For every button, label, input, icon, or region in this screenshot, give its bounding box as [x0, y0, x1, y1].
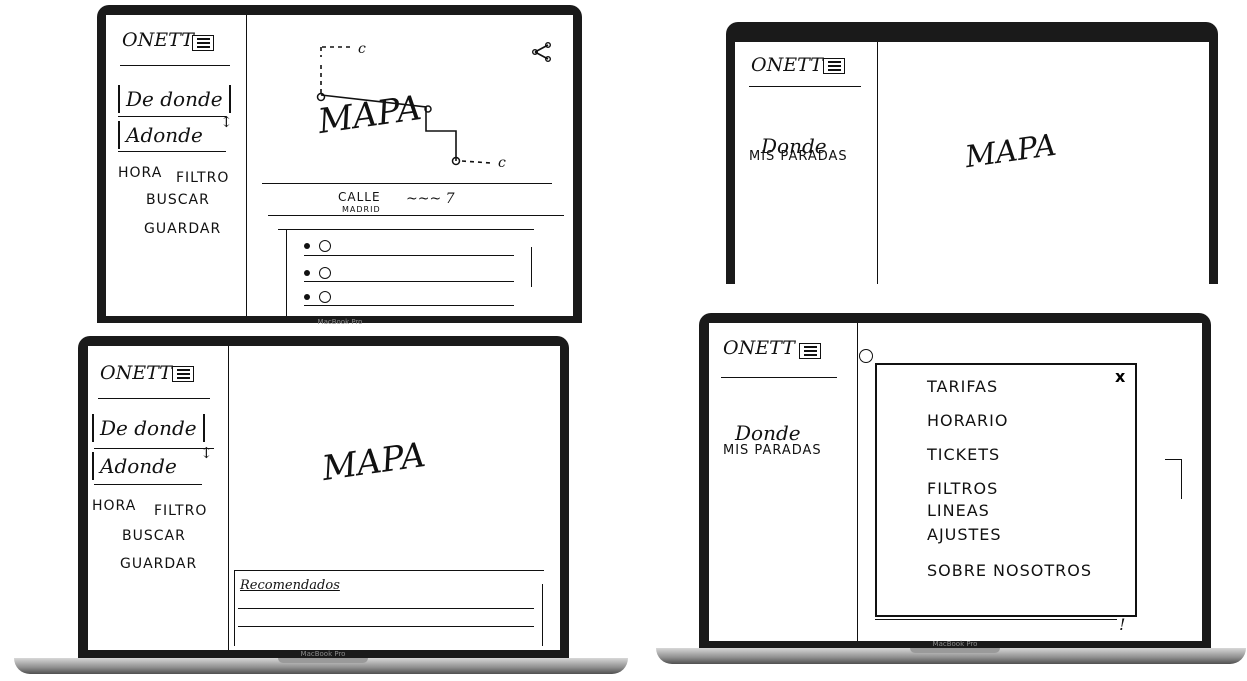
close-icon[interactable]: x: [1115, 367, 1125, 386]
to-field[interactable]: Adonde: [92, 452, 183, 480]
menu-icon[interactable]: [172, 366, 194, 382]
my-stops-link[interactable]: MIS PARADAS: [749, 149, 848, 164]
menu-panel: x TARIFAS HORARIO TICKETS FILTROS LINEAS…: [875, 363, 1137, 617]
result-row[interactable]: [304, 305, 514, 306]
route-end-bottom: c: [498, 155, 506, 171]
app-logo: ONETT: [122, 29, 194, 51]
where-field[interactable]: Donde: [735, 421, 801, 445]
to-field[interactable]: Adonde: [118, 121, 209, 149]
save-button[interactable]: GUARDAR: [144, 221, 221, 237]
share-icon[interactable]: [531, 41, 553, 63]
filter-option[interactable]: FILTRO: [176, 170, 229, 186]
app-logo: ONETT: [723, 337, 795, 359]
side-handle: [1181, 459, 1182, 499]
time-option[interactable]: HORA: [118, 165, 162, 181]
recommended-label: Recomendados: [240, 578, 340, 593]
map-area[interactable]: MAPA: [320, 435, 428, 489]
field-underline: [94, 484, 202, 485]
recommended-panel-right: [542, 584, 543, 646]
device-label: MacBook Pro: [317, 318, 363, 326]
sidebar-divider: [721, 377, 837, 378]
screen-route-results: ONETT De donde Adonde ↕ HORA FILTRO BUSC…: [106, 15, 573, 316]
filter-option[interactable]: FILTRO: [154, 503, 207, 519]
screen-recommended: ONETT De donde Adonde ↕ HORA FILTRO BUSC…: [88, 346, 560, 650]
route-option-dot: [304, 243, 310, 249]
menu-icon[interactable]: [823, 58, 845, 74]
recommended-row[interactable]: [238, 608, 534, 609]
sidebar-divider: [120, 65, 230, 66]
location-pin-icon[interactable]: [859, 349, 873, 363]
route-bar-bottom: [268, 215, 564, 216]
swap-arrows-icon[interactable]: ↕: [200, 444, 213, 462]
route-street-sub: MADRID: [342, 205, 381, 214]
side-handle-top: [1165, 459, 1181, 460]
recommended-panel-top: [234, 570, 544, 571]
results-list-top: [278, 229, 534, 230]
app-logo: ONETT: [751, 54, 823, 76]
result-row[interactable]: [304, 281, 514, 282]
menu-icon[interactable]: [799, 343, 821, 359]
sidebar-edge: [228, 346, 229, 650]
results-list-edge-right: [531, 247, 532, 287]
field-underline: [118, 151, 226, 152]
sidebar-edge: [877, 42, 878, 284]
field-divider: [118, 116, 226, 117]
route-option-icon: [319, 291, 331, 303]
menu-item-filtros[interactable]: FILTROS: [927, 479, 998, 498]
recommended-row[interactable]: [238, 626, 534, 627]
recommended-panel-left: [234, 570, 235, 646]
results-list-edge: [286, 229, 287, 316]
menu-item-tickets[interactable]: TICKETS: [927, 445, 1000, 464]
sidebar-edge: [857, 323, 858, 641]
sidebar-divider: [98, 398, 210, 399]
menu-item-horario[interactable]: HORARIO: [927, 411, 1008, 430]
save-button[interactable]: GUARDAR: [120, 556, 197, 572]
bottom-mark: !: [1119, 615, 1126, 634]
my-stops-link[interactable]: MIS PARADAS: [723, 443, 822, 458]
map-area[interactable]: MAPA: [963, 128, 1058, 175]
search-button[interactable]: BUSCAR: [122, 528, 186, 544]
screen-home: ONETT Donde MIS PARADAS MAPA: [735, 42, 1209, 284]
from-field[interactable]: De donde: [118, 85, 231, 113]
menu-icon[interactable]: [192, 35, 214, 51]
route-bar-top: [262, 183, 552, 184]
menu-item-ajustes[interactable]: AJUSTES: [927, 525, 1002, 544]
route-option-dot: [304, 270, 310, 276]
field-divider: [94, 448, 214, 449]
route-option-dot: [304, 294, 310, 300]
swap-arrows-icon[interactable]: ↕: [220, 113, 233, 131]
menu-item-tarifas[interactable]: TARIFAS: [927, 377, 998, 396]
route-note: ~~~ 7: [406, 191, 455, 207]
laptop-notch: [910, 648, 1000, 653]
route-option-icon: [319, 240, 331, 252]
sidebar-divider: [749, 86, 861, 87]
from-field[interactable]: De donde: [92, 414, 205, 442]
route-option-icon: [319, 267, 331, 279]
screen-menu: ONETT Donde MIS PARADAS x TARIFAS HORARI…: [709, 323, 1202, 641]
sidebar-edge: [246, 15, 247, 316]
menu-item-sobre-nosotros[interactable]: SOBRE NOSOTROS: [927, 561, 1092, 580]
device-label: MacBook Pro: [932, 640, 978, 648]
result-row[interactable]: [304, 255, 514, 256]
bottom-bar: [875, 619, 1117, 620]
time-option[interactable]: HORA: [92, 498, 136, 514]
route-street-label: CALLE: [338, 190, 381, 204]
app-logo: ONETT: [100, 362, 172, 384]
route-end-top: c: [358, 41, 366, 57]
menu-item-lineas[interactable]: LINEAS: [927, 501, 990, 520]
search-button[interactable]: BUSCAR: [146, 192, 210, 208]
laptop-notch: [278, 658, 368, 663]
device-label: MacBook Pro: [300, 650, 346, 658]
